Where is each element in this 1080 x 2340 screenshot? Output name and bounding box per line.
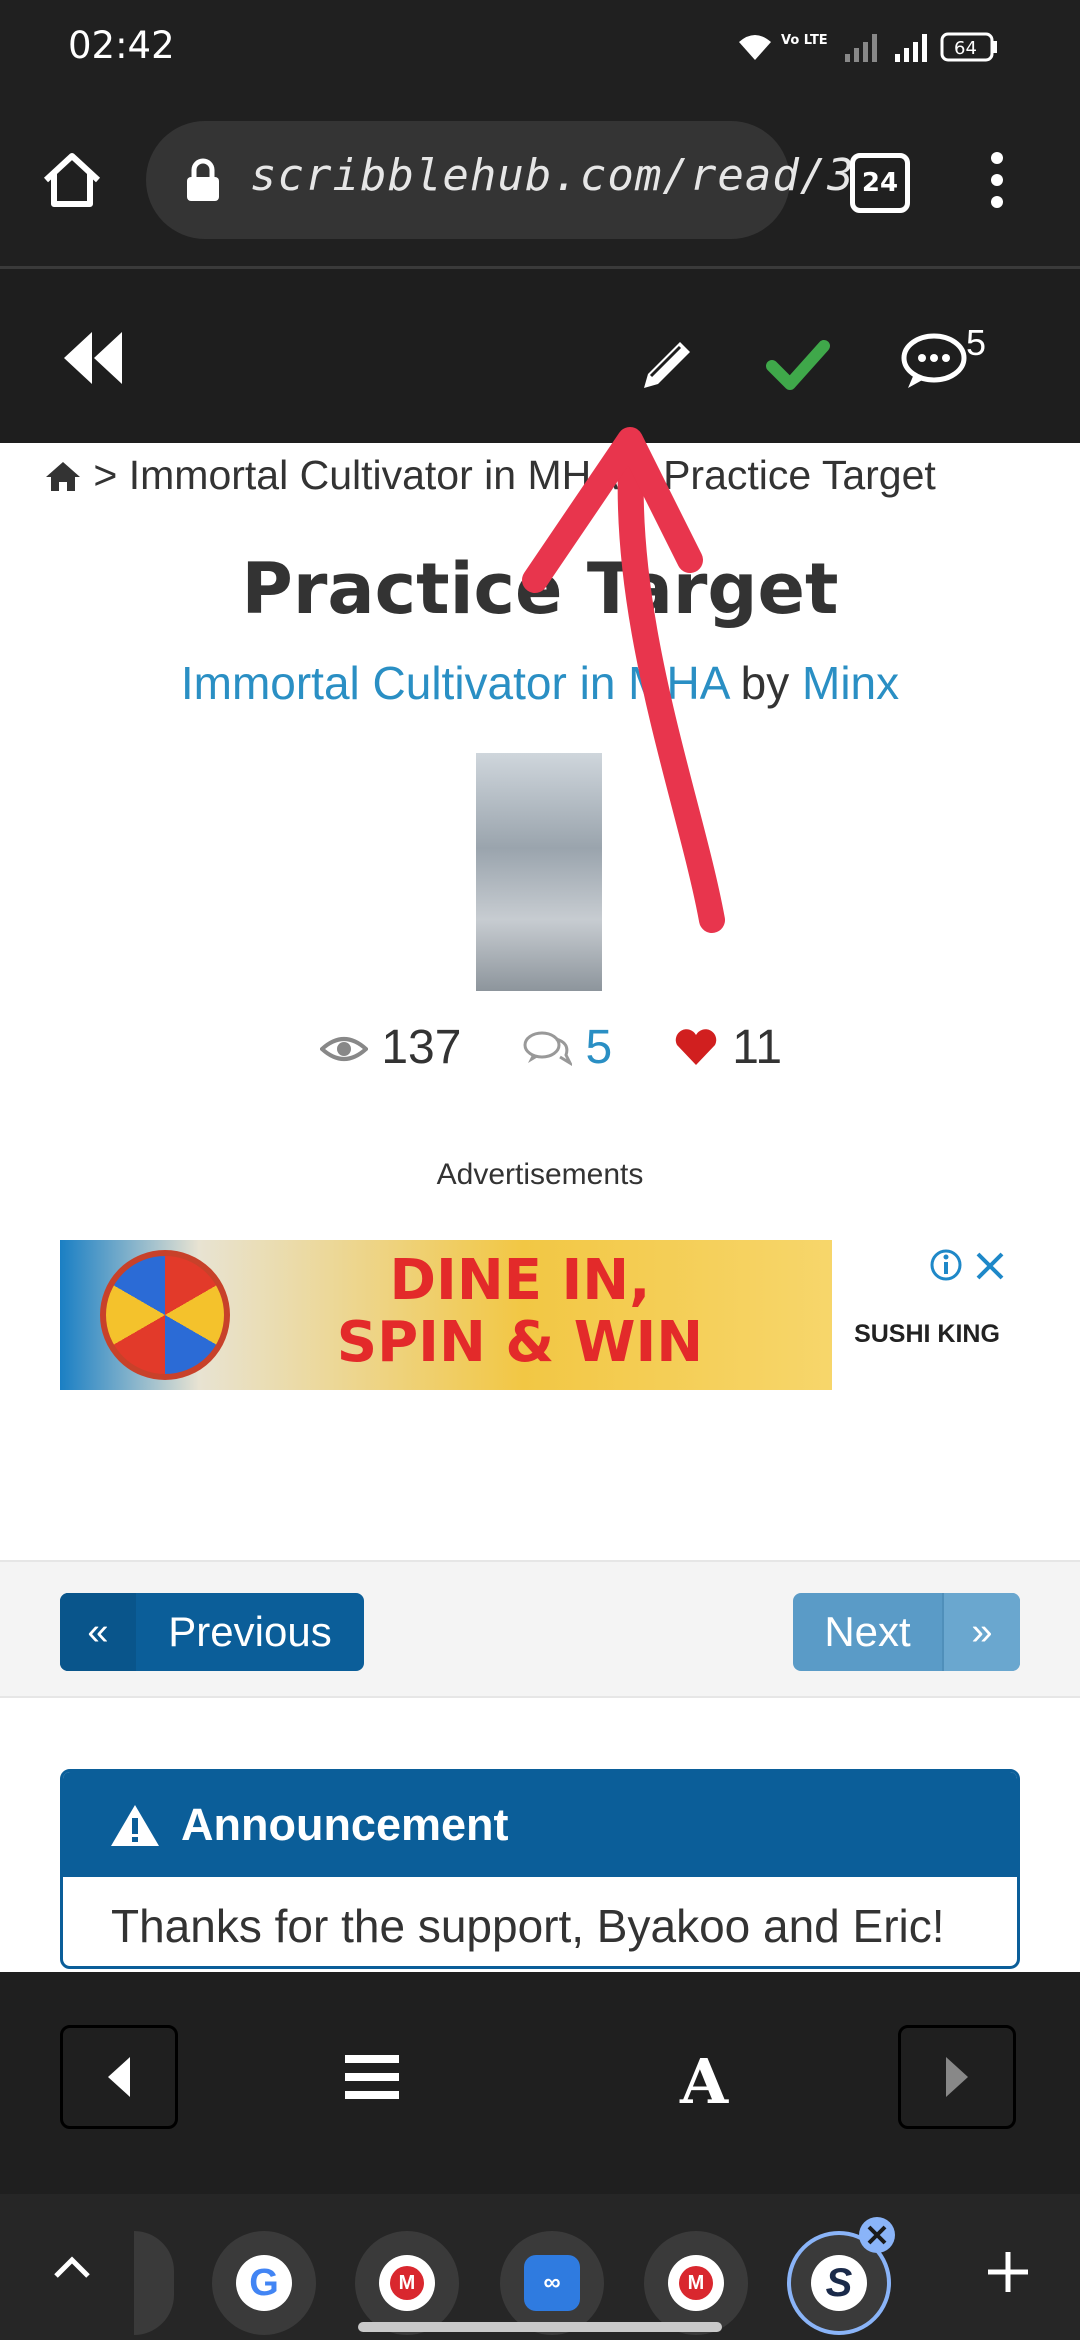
advertisements-label: Advertisements	[436, 1158, 644, 1191]
tab-switcher-button[interactable]: 24	[850, 153, 910, 213]
comment-count-badge: 5	[966, 322, 987, 363]
url-text[interactable]: scribblehub.com/read/3	[250, 150, 855, 201]
scribblehub-icon: S	[811, 2255, 867, 2311]
comments-icon[interactable]	[900, 330, 968, 392]
battery-icon: 64	[940, 32, 997, 62]
more-options-icon[interactable]	[982, 150, 1012, 210]
home-icon[interactable]	[40, 150, 104, 210]
comments-count[interactable]: 5	[585, 1021, 612, 1074]
breadcrumb-series-link[interactable]: Immortal Cultivator in MHA	[129, 452, 617, 498]
tab-mega-2[interactable]: M	[644, 2231, 748, 2335]
status-icons: Vo LTE 64	[739, 32, 997, 62]
tab-google[interactable]: G	[212, 2231, 316, 2335]
edit-pencil-icon[interactable]	[636, 334, 698, 396]
previous-chapter-button[interactable]: « Previous	[60, 1593, 364, 1671]
tab-mega-1[interactable]: M	[355, 2231, 459, 2335]
announcement-body: Thanks for the support, Byakoo and Eric!	[111, 1900, 945, 1952]
ad-headline: DINE IN, SPIN & WIN	[290, 1250, 750, 1374]
chevron-up-icon[interactable]	[52, 2252, 92, 2282]
heart-icon[interactable]	[673, 1027, 719, 1067]
blue-app-icon: ∞	[524, 2255, 580, 2311]
series-cover-image[interactable]	[476, 753, 602, 991]
ad-controls	[930, 1249, 1004, 1281]
volte-label: Vo LTE	[781, 33, 828, 48]
eye-icon	[319, 1037, 369, 1061]
ad-brand: SUSHI KING	[854, 1320, 1000, 1348]
series-link[interactable]: Immortal Cultivator in MHA	[181, 657, 728, 709]
announcement-box: Announcement Thanks for the support, Bya…	[60, 1769, 1020, 1969]
ad-headline-line2: SPIN & WIN	[336, 1310, 704, 1375]
lock-icon	[187, 158, 219, 201]
next-chevron-icon: »	[942, 1593, 1020, 1671]
announcement-title: Announcement	[181, 1798, 509, 1850]
breadcrumb-sep: >	[627, 452, 664, 498]
chapter-subline: Immortal Cultivator in MHA by Minx	[0, 656, 1080, 710]
chapter-stats: 137 5 11	[319, 1020, 783, 1075]
previous-chevron-icon: «	[60, 1593, 136, 1671]
gesture-home-bar	[358, 2322, 722, 2332]
wifi-icon	[739, 35, 771, 60]
status-time: 02:42	[68, 24, 175, 67]
chapter-title: Practice Target	[241, 548, 839, 630]
breadcrumb: > Immortal Cultivator in MHA > Practice …	[44, 452, 936, 499]
ad-prize-wheel	[100, 1250, 230, 1380]
mega-icon: M	[379, 2255, 435, 2311]
favorites-count: 11	[732, 1021, 783, 1074]
google-icon: G	[236, 2255, 292, 2311]
checkmark-icon[interactable]	[766, 336, 830, 392]
next-page-button[interactable]	[898, 2025, 1016, 2129]
next-chapter-button[interactable]: Next »	[793, 1593, 1020, 1671]
prev-page-button[interactable]	[60, 2025, 178, 2129]
caret-right-icon	[946, 2057, 968, 2097]
home-breadcrumb-icon[interactable]	[44, 459, 82, 493]
comments-small-icon	[523, 1031, 574, 1067]
caret-left-icon	[108, 2057, 130, 2097]
signal-icon-2	[895, 34, 927, 62]
tab-blue-app[interactable]: ∞	[500, 2231, 604, 2335]
ad-info-icon[interactable]	[930, 1249, 962, 1281]
breadcrumb-sep: >	[93, 452, 129, 498]
mega-icon: M	[668, 2255, 724, 2311]
battery-level: 64	[954, 38, 977, 59]
ad-banner[interactable]: DINE IN, SPIN & WIN SUSHI KING	[60, 1240, 1022, 1390]
announcement-header: Announcement	[63, 1772, 1017, 1877]
previous-label: Previous	[168, 1608, 332, 1655]
menu-icon[interactable]	[345, 2053, 399, 2101]
new-tab-plus-icon[interactable]	[986, 2250, 1030, 2294]
warning-icon	[111, 1804, 159, 1846]
breadcrumb-current: Practice Target	[663, 452, 936, 498]
author-link[interactable]: Minx	[802, 657, 899, 709]
ad-headline-line1: DINE IN,	[389, 1248, 651, 1313]
next-label: Next	[824, 1608, 911, 1655]
signal-icon-1	[845, 34, 877, 62]
close-tab-icon[interactable]	[856, 2214, 898, 2256]
views-count: 137	[381, 1021, 462, 1074]
by-label: by	[740, 657, 790, 709]
rewind-icon[interactable]	[60, 328, 126, 388]
ad-close-icon[interactable]	[976, 1252, 1004, 1280]
ad-banner-left: DINE IN, SPIN & WIN	[60, 1240, 832, 1390]
font-settings-icon[interactable]: A	[680, 2045, 728, 2118]
